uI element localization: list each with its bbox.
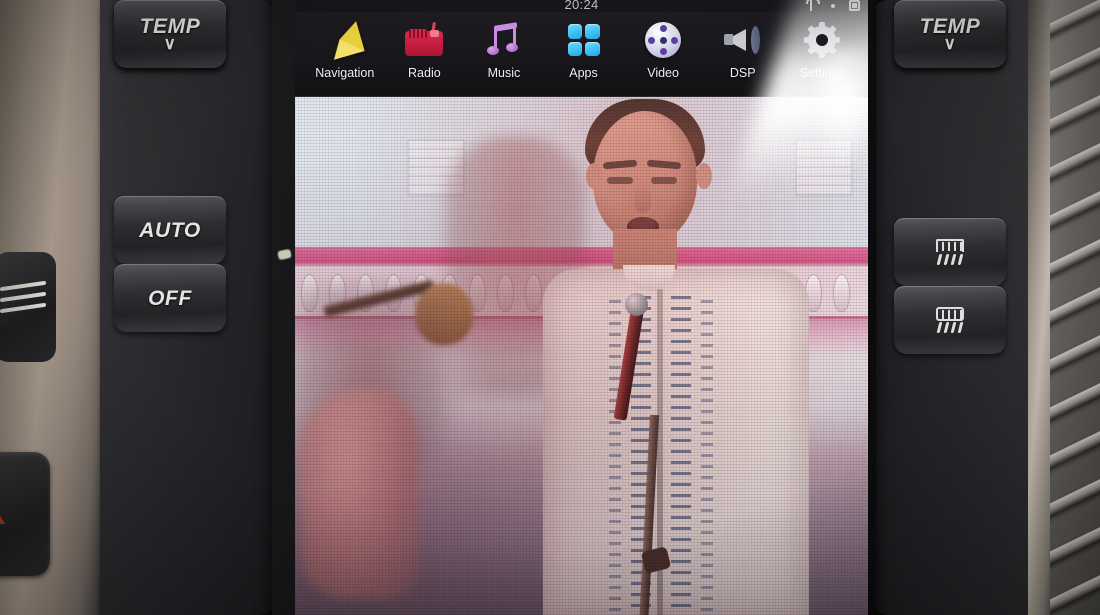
air-vent-control[interactable] <box>0 252 56 362</box>
main-menu-bar: Navigation Radio Music Apps Video DSP Se… <box>295 12 868 97</box>
singer-eye <box>651 177 677 184</box>
menu-item-video-label: Video <box>647 66 679 80</box>
radio-icon <box>402 18 446 62</box>
hazard-triangle-icon <box>0 504 5 524</box>
usb-icon <box>806 0 820 11</box>
speaker-icon <box>721 18 765 62</box>
gear-icon <box>800 18 844 62</box>
music-note-icon <box>482 18 526 62</box>
dot-indicator-icon <box>831 4 835 8</box>
climate-off-button-label: OFF <box>148 286 192 310</box>
menu-item-video[interactable]: Video <box>623 18 703 80</box>
car-head-unit-photo: MIC AUTO OFF ∧ TEMP TEMP ∨ RST <box>0 0 1100 615</box>
foreground-hand-blur <box>301 389 419 599</box>
menu-item-settings[interactable]: Settings <box>782 18 862 80</box>
shirt-embroidery <box>609 297 621 615</box>
microphone-head-icon <box>625 293 648 316</box>
navigation-arrow-icon <box>323 18 367 62</box>
apps-grid-icon <box>562 18 606 62</box>
menu-item-navigation[interactable]: Navigation <box>305 18 385 80</box>
video-disc-icon <box>641 18 685 62</box>
rear-defrost-icon <box>933 307 967 333</box>
chevron-down-icon: ∨ <box>943 34 957 54</box>
menu-item-music-label: Music <box>487 66 521 80</box>
status-clock: 20:24 <box>564 0 599 12</box>
auto-button-label: AUTO <box>139 218 201 242</box>
menu-item-apps[interactable]: Apps <box>544 18 624 80</box>
menu-item-apps-label: Apps <box>569 66 598 80</box>
shirt-embroidery <box>671 293 691 615</box>
status-bar: 20:24 <box>295 0 868 12</box>
climate-control-pod-right: RST ∧ TEMP TEMP ∨ <box>872 0 1034 615</box>
chevron-down-icon: ∨ <box>163 34 177 54</box>
air-vent-icon <box>0 280 46 318</box>
menu-item-music[interactable]: Music <box>464 18 544 80</box>
menu-item-radio[interactable]: Radio <box>385 18 465 80</box>
menu-item-dsp[interactable]: DSP <box>703 18 783 80</box>
menu-item-radio-label: Radio <box>408 66 441 80</box>
auto-button[interactable]: AUTO <box>114 196 226 264</box>
singer-ear <box>696 163 712 189</box>
hazard-warning-button[interactable] <box>0 452 50 576</box>
status-bar-icons <box>806 0 860 11</box>
menu-item-navigation-label: Navigation <box>315 66 375 80</box>
menu-item-dsp-label: DSP <box>729 66 756 80</box>
climate-off-button[interactable]: OFF <box>114 264 226 332</box>
front-defrost-button[interactable] <box>894 218 1006 286</box>
singer-ear <box>586 163 602 189</box>
video-singer <box>531 97 821 615</box>
shirt-embroidery <box>701 297 713 615</box>
singer-eye <box>607 177 633 184</box>
menu-item-settings-label: Settings <box>799 66 845 80</box>
climate-control-pod-left: MIC AUTO OFF ∧ TEMP TEMP ∨ <box>100 0 275 615</box>
temp-down-button-left[interactable]: TEMP ∨ <box>114 0 226 68</box>
recents-icon[interactable] <box>849 0 860 11</box>
front-defrost-icon <box>933 239 967 265</box>
singer-nose <box>635 183 651 213</box>
video-playback-area[interactable] <box>295 97 868 615</box>
temp-down-button-right[interactable]: TEMP ∨ <box>894 0 1006 68</box>
rear-defrost-button[interactable] <box>894 286 1006 354</box>
dashboard-air-vent <box>1050 0 1100 615</box>
head-unit-screen[interactable]: 20:24 Navigation Radio Music Apps Video … <box>295 0 868 615</box>
